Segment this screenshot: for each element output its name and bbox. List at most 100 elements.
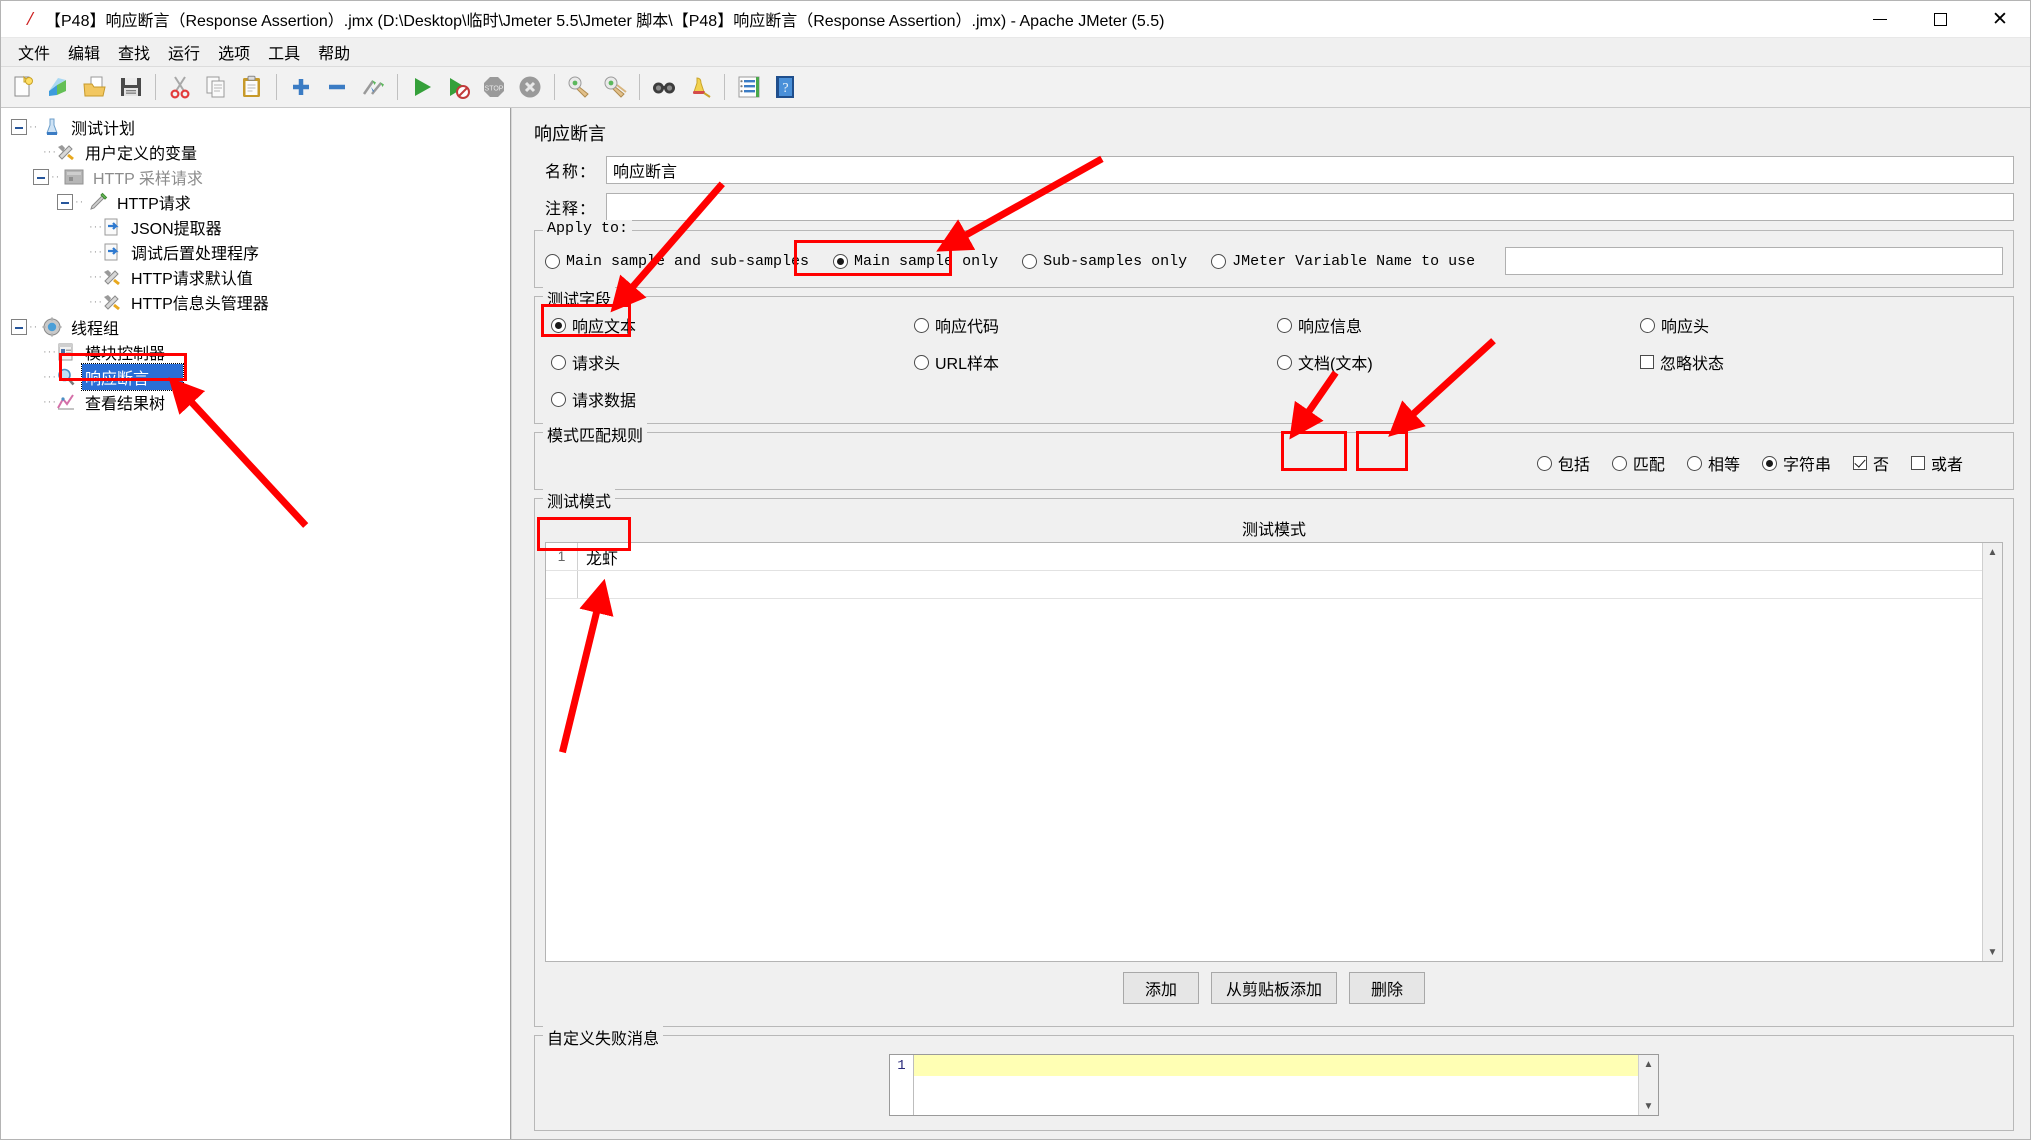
table-vertical-scrollbar[interactable]: ▲ ▼	[1982, 543, 2002, 961]
paste-icon[interactable]	[234, 69, 270, 105]
tree-toggle-icon[interactable]	[57, 193, 73, 210]
table-row[interactable]	[546, 571, 1982, 599]
radio-response-headers[interactable]: 响应头	[1640, 313, 2003, 337]
comment-input[interactable]	[606, 193, 2014, 221]
function-helper-icon[interactable]	[731, 69, 767, 105]
editor-lines[interactable]	[914, 1055, 1638, 1115]
tree-node-json-extractor[interactable]: ···· JSON提取器	[1, 214, 510, 239]
menu-tools[interactable]: 工具	[259, 37, 309, 67]
tree-node-response-assertion[interactable]: ···· 响应断言	[1, 362, 510, 391]
radio-icon	[1686, 455, 1702, 471]
radio-sub-samples-only[interactable]: Sub-samples only	[1022, 253, 1187, 270]
name-input[interactable]	[606, 156, 2014, 184]
checkbox-icon	[1910, 456, 1925, 470]
toolbar-separator	[554, 74, 555, 100]
tree-toggle-icon[interactable]	[11, 318, 27, 335]
editor-active-line[interactable]	[914, 1055, 1638, 1076]
start-icon[interactable]	[404, 69, 440, 105]
scroll-up-icon[interactable]: ▲	[1639, 1055, 1658, 1073]
new-icon[interactable]	[5, 69, 41, 105]
stop-icon[interactable]: STOP	[476, 69, 512, 105]
tree-node-view-results-tree[interactable]: ···· 查看结果树	[1, 389, 510, 414]
save-icon[interactable]	[113, 69, 149, 105]
radio-jmeter-variable-name[interactable]: JMeter Variable Name to use	[1211, 253, 1475, 270]
templates-icon[interactable]	[41, 69, 77, 105]
close-button[interactable]: ✕	[1970, 1, 2030, 38]
help-icon[interactable]: ?	[767, 69, 803, 105]
tree-toggle-icon[interactable]	[33, 168, 49, 185]
assertion-icon	[55, 367, 77, 387]
tree-connector: ··	[29, 320, 39, 333]
tree-node-http-request-defaults[interactable]: ···· HTTP请求默认值	[1, 264, 510, 289]
radio-icon	[551, 354, 566, 370]
shutdown-icon[interactable]	[512, 69, 548, 105]
expand-all-icon[interactable]	[283, 69, 319, 105]
tree-node-thread-group[interactable]: ·· 线程组	[1, 314, 510, 339]
collapse-all-icon[interactable]	[319, 69, 355, 105]
table-row[interactable]: 1 龙虾	[546, 543, 1982, 571]
radio-document-text[interactable]: 文档(文本)	[1277, 350, 1640, 374]
option-label: Sub-samples only	[1043, 252, 1188, 270]
radio-icon	[1022, 253, 1038, 269]
add-pattern-button[interactable]: 添加	[1122, 972, 1199, 1004]
tree-node-http-sampler-group[interactable]: ·· HTTP 采样请求	[1, 164, 510, 189]
copy-icon[interactable]	[198, 69, 234, 105]
tree-toggle-icon[interactable]	[11, 118, 27, 135]
tree-node-test-plan[interactable]: ·· 测试计划	[1, 114, 510, 139]
radio-url-sample[interactable]: URL样本	[914, 350, 1277, 374]
tree-node-http-header-manager[interactable]: ···· HTTP信息头管理器	[1, 289, 510, 314]
maximize-button[interactable]	[1910, 1, 1970, 38]
checkbox-or[interactable]: 或者	[1910, 451, 1963, 475]
editor-vertical-scrollbar[interactable]: ▲ ▼	[1638, 1055, 1658, 1115]
row-value[interactable]: 龙虾	[578, 545, 618, 569]
minimize-button[interactable]	[1850, 1, 1910, 38]
tree-node-user-defined-variables[interactable]: ···· 用户定义的变量	[1, 139, 510, 164]
open-icon[interactable]	[77, 69, 113, 105]
scroll-down-icon[interactable]: ▼	[1639, 1097, 1658, 1115]
radio-request-data[interactable]: 请求数据	[551, 387, 914, 411]
scroll-down-icon[interactable]: ▼	[1983, 943, 2002, 961]
pattern-rules-legend: 模式匹配规则	[543, 422, 648, 446]
radio-equals[interactable]: 相等	[1686, 451, 1740, 475]
menu-options[interactable]: 选项	[209, 37, 259, 67]
radio-response-text[interactable]: 响应文本	[551, 313, 914, 337]
menu-help[interactable]: 帮助	[309, 37, 359, 67]
tree-node-http-request[interactable]: ·· HTTP请求	[1, 189, 510, 214]
search-reset-icon[interactable]	[682, 69, 718, 105]
radio-contains[interactable]: 包括	[1536, 451, 1590, 475]
toggle-icon[interactable]	[355, 69, 391, 105]
radio-response-code[interactable]: 响应代码	[914, 313, 1277, 337]
test-patterns-table[interactable]: 1 龙虾 ▲ ▼	[545, 543, 2003, 962]
toolbar: STOP ?	[1, 66, 2030, 108]
radio-main-sample-and-sub-samples[interactable]: Main sample and sub-samples	[545, 253, 809, 270]
checkbox-not[interactable]: 否	[1852, 451, 1889, 475]
tree-connector: ····	[89, 245, 101, 258]
tree-node-label: 模块控制器	[85, 345, 166, 363]
start-no-pauses-icon[interactable]	[440, 69, 476, 105]
test-plan-icon	[41, 117, 63, 137]
menu-search[interactable]: 查找	[109, 37, 159, 67]
clear-icon[interactable]	[561, 69, 597, 105]
checkbox-ignore-status[interactable]: 忽略状态	[1640, 350, 2003, 374]
menu-file[interactable]: 文件	[9, 37, 59, 67]
scroll-up-icon[interactable]: ▲	[1983, 543, 2002, 561]
radio-response-message[interactable]: 响应信息	[1277, 313, 1640, 337]
radio-matches[interactable]: 匹配	[1611, 451, 1665, 475]
menu-edit[interactable]: 编辑	[59, 37, 109, 67]
tree-connector: ····	[43, 145, 55, 158]
test-plan-tree[interactable]: ·· 测试计划 ···· 用户定义的变量 ··	[1, 108, 511, 1139]
jmeter-variable-input[interactable]	[1505, 247, 2003, 275]
cut-icon[interactable]	[162, 69, 198, 105]
tree-node-debug-postprocessor[interactable]: ···· 调试后置处理程序	[1, 239, 510, 264]
custom-failure-message-editor[interactable]: 1 ▲ ▼	[889, 1054, 1659, 1116]
pattern-rules-options: 包括 匹配 相等 字符串 否 或者	[545, 447, 2003, 479]
delete-pattern-button[interactable]: 删除	[1349, 972, 1425, 1004]
add-from-clipboard-button[interactable]: 从剪贴板添加	[1210, 972, 1337, 1004]
menu-run[interactable]: 运行	[159, 37, 209, 67]
clear-all-icon[interactable]	[597, 69, 633, 105]
radio-request-headers[interactable]: 请求头	[551, 350, 914, 374]
tree-node-module-controller[interactable]: ···· 模块控制器	[1, 339, 510, 364]
radio-substring[interactable]: 字符串	[1761, 451, 1831, 475]
radio-main-sample-only[interactable]: Main sample only	[833, 253, 998, 270]
search-icon[interactable]	[646, 69, 682, 105]
